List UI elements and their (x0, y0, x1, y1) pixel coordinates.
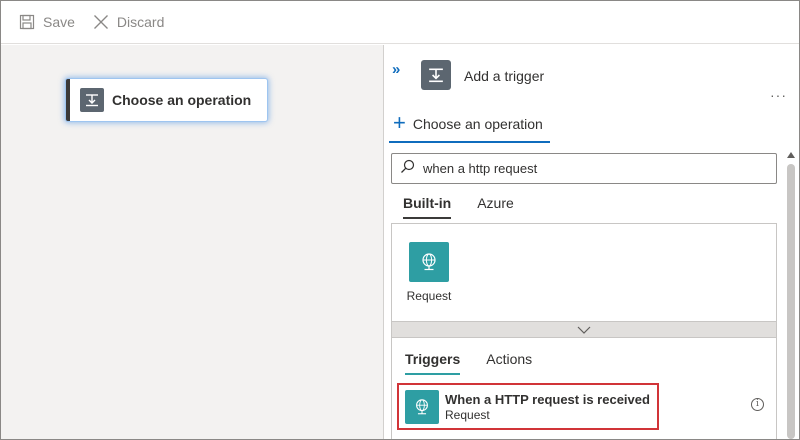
operation-icon (80, 88, 104, 112)
operation-card[interactable]: Choose an operation (66, 79, 267, 121)
panel-scrollbar[interactable] (785, 152, 797, 439)
search-box (391, 153, 777, 184)
tab-actions[interactable]: Actions (486, 351, 532, 375)
globe-request-icon (405, 389, 439, 424)
discard-label: Discard (116, 14, 165, 30)
operation-card-title: Choose an operation (112, 92, 252, 108)
connector-list: Request (391, 223, 777, 322)
designer-toolbar: Save Discard (1, 1, 799, 44)
tab-choose-operation[interactable]: + Choose an operation (389, 107, 550, 143)
save-icon (19, 14, 35, 30)
trigger-icon (421, 60, 451, 90)
tab-triggers[interactable]: Triggers (405, 351, 461, 375)
trigger-result-text: When a HTTP request is received Request (445, 392, 650, 422)
panel-title[interactable]: Add a trigger (464, 68, 544, 84)
search-input[interactable] (423, 161, 763, 176)
operation-panel: » Add a trigger ··· + Choose an operatio… (384, 45, 799, 439)
search-icon (400, 159, 415, 179)
save-button[interactable]: Save (19, 14, 75, 30)
info-icon[interactable]: i (751, 398, 764, 411)
tab-azure[interactable]: Azure (477, 195, 514, 219)
trigger-result-title: When a HTTP request is received (445, 391, 650, 407)
plus-icon: + (393, 109, 406, 135)
connector-request-label: Request (406, 289, 452, 303)
more-options-button[interactable]: ··· (770, 87, 787, 103)
discard-button[interactable]: Discard (93, 14, 164, 30)
globe-request-icon (409, 242, 449, 282)
collapse-panel-button[interactable]: » (392, 61, 401, 78)
close-icon (93, 14, 109, 30)
connector-category-tabs: Built-in Azure (403, 195, 514, 219)
trigger-result-item[interactable]: When a HTTP request is received Request (397, 383, 659, 430)
save-label: Save (43, 14, 75, 30)
operation-type-tabs: Triggers Actions (405, 351, 532, 375)
chevron-down-icon (577, 321, 591, 339)
expand-connectors-button[interactable] (391, 321, 777, 338)
connector-request[interactable]: Request (404, 242, 454, 303)
operation-results: Triggers Actions When a HTTP request is … (391, 337, 777, 439)
scrollbar-thumb[interactable] (787, 164, 795, 439)
trigger-result-subtitle: Request (445, 407, 490, 422)
designer-canvas[interactable]: Choose an operation (1, 45, 383, 439)
tab-built-in[interactable]: Built-in (403, 195, 452, 219)
tab-choose-operation-label: Choose an operation (412, 116, 543, 132)
scroll-up-icon[interactable] (787, 152, 795, 158)
